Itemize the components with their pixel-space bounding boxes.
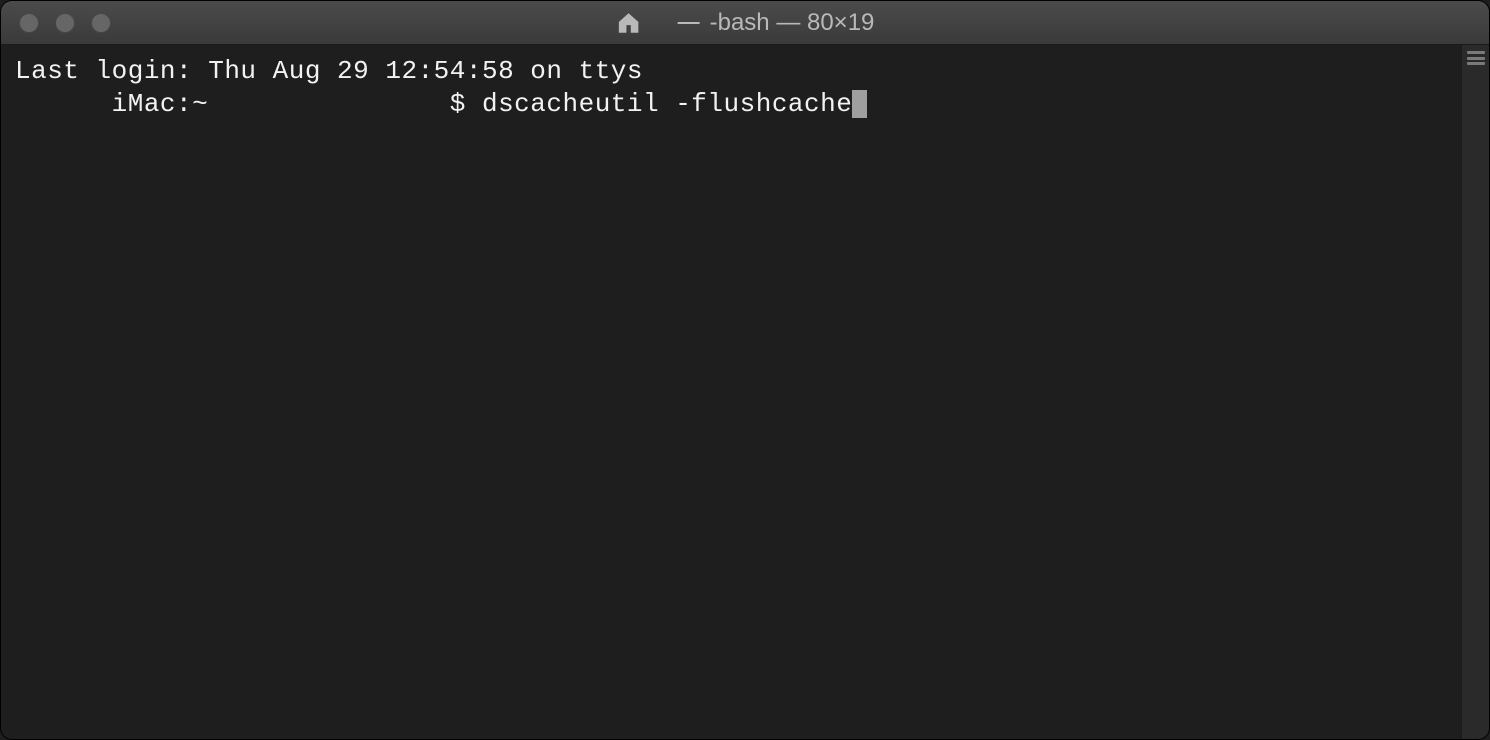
traffic-lights xyxy=(19,13,111,33)
scrollbar[interactable] xyxy=(1461,45,1489,739)
window-title: -bash — 80×19 xyxy=(678,9,875,37)
titlebar[interactable]: -bash — 80×19 xyxy=(1,1,1489,45)
window-title-text: -bash — 80×19 xyxy=(710,9,875,37)
last-login-line: Last login: Thu Aug 29 12:54:58 on ttys xyxy=(15,55,1447,88)
scrollbar-indicator-icon xyxy=(1467,51,1485,65)
terminal-content[interactable]: Last login: Thu Aug 29 12:54:58 on ttys … xyxy=(1,45,1461,739)
window-title-area: -bash — 80×19 xyxy=(616,9,875,37)
prompt-text: iMac:~ $ dscacheutil -flushcache xyxy=(15,89,852,119)
minimize-button[interactable] xyxy=(55,13,75,33)
prompt-line: iMac:~ $ dscacheutil -flushcache xyxy=(15,88,1447,121)
dash-icon xyxy=(678,22,700,24)
terminal-window: -bash — 80×19 Last login: Thu Aug 29 12:… xyxy=(0,0,1490,740)
close-button[interactable] xyxy=(19,13,39,33)
cursor xyxy=(852,90,867,118)
zoom-button[interactable] xyxy=(91,13,111,33)
terminal-body: Last login: Thu Aug 29 12:54:58 on ttys … xyxy=(1,45,1489,739)
home-icon xyxy=(616,10,642,36)
